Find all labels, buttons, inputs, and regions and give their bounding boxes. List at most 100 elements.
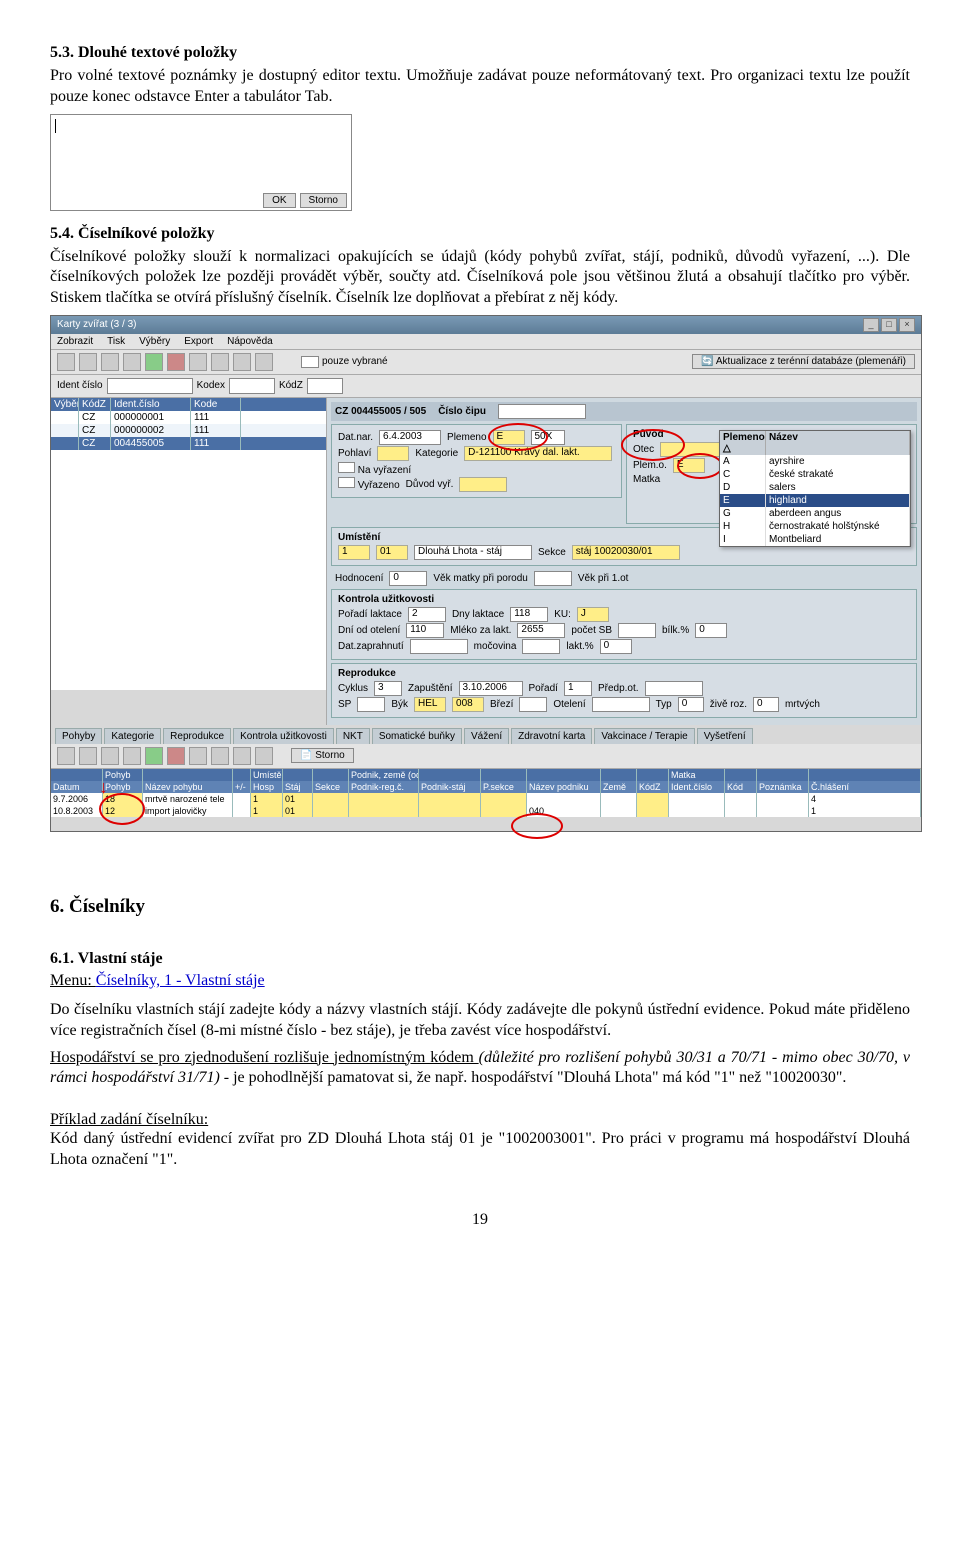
refresh-icon[interactable] (255, 747, 273, 765)
add-icon[interactable] (145, 747, 163, 765)
col-kodz[interactable]: KódZ (637, 781, 669, 793)
staj-field[interactable]: 01 (376, 545, 408, 560)
col-zeme[interactable]: Země (601, 781, 637, 793)
dd-row[interactable]: IMontbeliard (720, 533, 910, 546)
close-icon[interactable]: × (899, 318, 915, 332)
grid-row[interactable]: CZ004455005111 (51, 437, 326, 450)
kodz-input[interactable] (307, 378, 343, 394)
tab-kategorie[interactable]: Kategorie (104, 728, 161, 744)
tab-ku[interactable]: Kontrola užitkovosti (233, 728, 334, 744)
col-sekce[interactable]: Sekce (313, 781, 349, 793)
col-hosp[interactable]: Hosp (251, 781, 283, 793)
tab-vakc[interactable]: Vakcinace / Terapie (594, 728, 694, 744)
confirm-icon[interactable] (211, 353, 229, 371)
col-ident[interactable]: Ident.číslo (669, 781, 725, 793)
pohlavi-field[interactable] (377, 446, 409, 461)
col-kod[interactable]: Kód (725, 781, 757, 793)
vek-matky-field[interactable] (534, 571, 572, 586)
ok-button[interactable]: OK (263, 193, 295, 208)
delete-icon[interactable] (167, 747, 185, 765)
nav-prev-icon[interactable] (79, 747, 97, 765)
dd-col-nazev[interactable]: Název (766, 431, 910, 455)
col-podnik-staj[interactable]: Podnik-stáj (419, 781, 481, 793)
col-poznamka[interactable]: Poznámka (757, 781, 809, 793)
bottom-row[interactable]: 9.7.2006 18 mrtvě narozené tele 1 01 4 (51, 793, 921, 805)
refresh-icon[interactable] (255, 353, 273, 371)
tab-reprodukce[interactable]: Reprodukce (163, 728, 231, 744)
cancel-icon[interactable] (233, 747, 251, 765)
tab-nkt[interactable]: NKT (336, 728, 370, 744)
only-selected-checkbox[interactable]: pouze vybrané (301, 356, 388, 368)
col-pohyb[interactable]: Pohyb (103, 781, 143, 793)
col-psekce[interactable]: P.sekce (481, 781, 527, 793)
ku-field[interactable]: J (577, 607, 609, 622)
hosp-field[interactable]: 1 (338, 545, 370, 560)
dd-row[interactable]: Hčernostrakaté holštýnské (720, 520, 910, 533)
menu-zobrazit[interactable]: Zobrazit (57, 336, 93, 347)
menu-vybery[interactable]: Výběry (139, 336, 170, 347)
tab-vysetreni[interactable]: Vyšetření (697, 728, 753, 744)
col-nazev-pohybu[interactable]: Název pohybu (143, 781, 233, 793)
dd-row[interactable]: Aayrshire (720, 455, 910, 468)
tab-zdrav[interactable]: Zdravotní karta (511, 728, 592, 744)
grid-row[interactable]: CZ000000001111 (51, 411, 326, 424)
grid-row[interactable]: CZ000000002111 (51, 424, 326, 437)
dd-row[interactable]: Dsalers (720, 481, 910, 494)
tab-vazeni[interactable]: Vážení (464, 728, 509, 744)
menu-napoveda[interactable]: Nápověda (227, 336, 273, 347)
cislo-cipu-input[interactable] (498, 404, 586, 419)
refresh-button[interactable]: 🔄 Aktualizace z terénní databáze (plemen… (692, 354, 915, 369)
heading-6-1: 6.1. Vlastní stáje (50, 950, 910, 968)
menu-link[interactable]: Číselníky, 1 - Vlastní stáje (96, 972, 265, 989)
confirm-icon[interactable] (211, 747, 229, 765)
col-ident[interactable]: Ident.číslo (111, 398, 191, 411)
tab-somatic[interactable]: Somatické buňky (372, 728, 462, 744)
col-datum[interactable]: Datum (51, 781, 103, 793)
storno-button[interactable]: Storno (300, 193, 347, 208)
add-icon[interactable] (145, 353, 163, 371)
dd-col-plemeno[interactable]: Plemeno △ (720, 431, 766, 455)
edit-icon[interactable] (189, 747, 207, 765)
col-podnik-reg[interactable]: Podnik-reg.č. (349, 781, 419, 793)
nav-prev-icon[interactable] (79, 353, 97, 371)
kodex-input[interactable] (229, 378, 275, 394)
nav-last-icon[interactable] (123, 353, 141, 371)
duvod-vyr-field[interactable] (459, 477, 507, 492)
dd-row[interactable]: Gaberdeen angus (720, 507, 910, 520)
byk-field[interactable]: HEL (414, 697, 446, 712)
col-chlaseni[interactable]: Č.hlášení (809, 781, 921, 793)
nav-next-icon[interactable] (101, 747, 119, 765)
menu-tisk[interactable]: Tisk (107, 336, 125, 347)
nav-first-icon[interactable] (57, 353, 75, 371)
maximize-icon[interactable]: □ (881, 318, 897, 332)
tab-pohyby[interactable]: Pohyby (55, 728, 102, 744)
col-kodz[interactable]: KódZ (79, 398, 111, 411)
datnar-field[interactable]: 6.4.2003 (379, 430, 441, 445)
heading-6: 6. Číselníky (50, 896, 910, 918)
col-staj[interactable]: Stáj (283, 781, 313, 793)
cancel-icon[interactable] (233, 353, 251, 371)
vyrazeno-checkbox[interactable]: Vyřazeno (338, 477, 400, 491)
minimize-icon[interactable]: _ (863, 318, 879, 332)
menu-export[interactable]: Export (184, 336, 213, 347)
col-kode[interactable]: Kode (191, 398, 241, 411)
col-vyber[interactable]: Výběr (51, 398, 79, 411)
na-vyrazeni-checkbox[interactable]: Na vyřazení (338, 462, 411, 476)
dd-row[interactable]: Cčeské strakaté (720, 468, 910, 481)
kategorie-field[interactable]: D-121100 Krávy dal. lakt. (464, 446, 612, 461)
col-nazev-podniku[interactable]: Název podniku (527, 781, 601, 793)
nav-next-icon[interactable] (101, 353, 119, 371)
col-pm[interactable]: +/- (233, 781, 251, 793)
dd-row-selected[interactable]: Ehighland (720, 494, 910, 507)
hodnoceni-field[interactable]: 0 (389, 571, 427, 586)
delete-icon[interactable] (167, 353, 185, 371)
storno-button[interactable]: 📄 Storno (291, 748, 354, 763)
toolbar-top: pouze vybrané 🔄 Aktualizace z terénní da… (51, 350, 921, 375)
plemeno-dropdown[interactable]: Plemeno △ Název Aayrshire Cčeské strakat… (719, 430, 911, 547)
sekce-field[interactable]: stáj 10020030/01 (572, 545, 680, 560)
ident-input[interactable] (107, 378, 193, 394)
nav-first-icon[interactable] (57, 747, 75, 765)
nav-last-icon[interactable] (123, 747, 141, 765)
edit-icon[interactable] (189, 353, 207, 371)
bottom-row[interactable]: 10.8.2003 12 import jalovičky 1 01 040 1 (51, 805, 921, 817)
